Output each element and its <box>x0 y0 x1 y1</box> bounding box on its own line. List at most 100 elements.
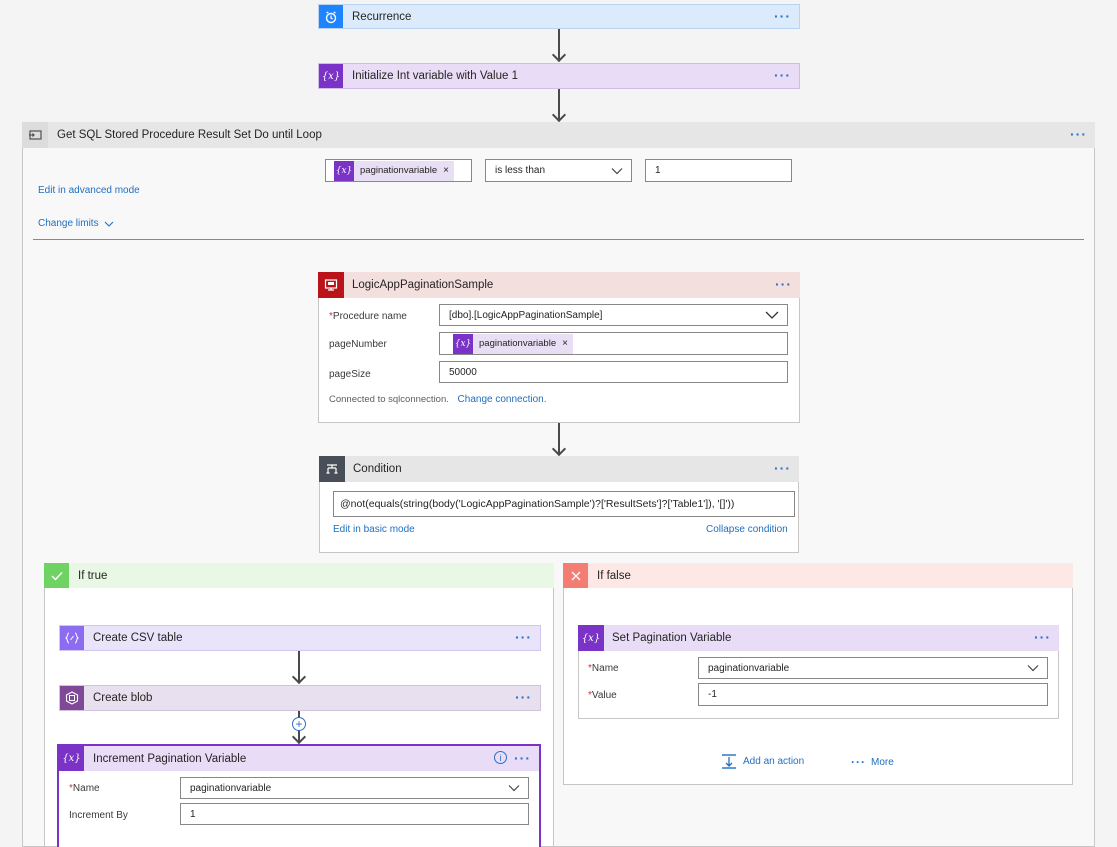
condition-more-button[interactable]: ··· <box>774 460 791 476</box>
recurrence-card[interactable]: Recurrence ··· <box>318 4 800 29</box>
loop-condition-field[interactable]: {x} paginationvariable × <box>325 159 472 182</box>
if-false-title: If false <box>597 569 631 582</box>
connector-arrowhead <box>551 47 567 63</box>
condition-header[interactable]: Condition ··· <box>319 456 799 482</box>
procedure-name-select[interactable]: [dbo].[LogicAppPaginationSample] <box>439 304 788 326</box>
initialize-variable-more-button[interactable]: ··· <box>774 67 791 83</box>
page-size-label: pageSize <box>329 369 371 380</box>
edit-basic-mode-link[interactable]: Edit in basic mode <box>333 524 415 535</box>
create-csv-more-button[interactable]: ··· <box>515 629 532 645</box>
set-name-value: paginationvariable <box>708 662 790 674</box>
create-blob-more-button[interactable]: ··· <box>515 689 532 705</box>
condition-icon <box>319 456 345 482</box>
if-true-title: If true <box>78 569 108 582</box>
collapse-condition-link[interactable]: Collapse condition <box>706 524 788 535</box>
increment-name-select[interactable]: paginationvariable <box>180 777 529 799</box>
add-action-label: Add an action <box>743 755 805 767</box>
chevron-down-icon <box>611 167 623 174</box>
token-remove-button[interactable]: × <box>443 165 449 176</box>
blob-icon <box>60 686 84 710</box>
chevron-down-icon <box>1027 665 1039 672</box>
create-blob-card[interactable]: Create blob ··· <box>59 685 541 711</box>
page-number-field[interactable]: {x} paginationvariable × <box>439 332 788 355</box>
change-connection-link[interactable]: Change connection. <box>458 394 547 405</box>
increment-variable-more-button[interactable]: ··· <box>514 750 531 766</box>
loop-operator-select[interactable]: is less than <box>485 159 632 182</box>
variable-icon: {x} <box>453 333 473 354</box>
sql-icon <box>318 272 344 298</box>
loop-value-input[interactable]: 1 <box>645 159 792 182</box>
create-csv-title: Create CSV table <box>93 632 183 644</box>
increment-variable-header[interactable]: {x} Increment Pagination Variable i ··· <box>59 746 539 771</box>
set-value-label: *Value <box>588 690 617 701</box>
loop-value: 1 <box>655 165 661 176</box>
do-until-loop-title: Get SQL Stored Procedure Result Set Do u… <box>57 129 322 141</box>
connector-arrowhead <box>551 107 567 123</box>
procedure-name-label: *Procedure name <box>329 311 407 322</box>
sql-action-title: LogicAppPaginationSample <box>352 279 494 291</box>
increment-by-value: 1 <box>190 808 196 820</box>
add-action-button[interactable]: Add an action <box>721 753 804 769</box>
pagination-variable-token[interactable]: {x} paginationvariable × <box>334 160 454 181</box>
initialize-variable-title: Initialize Int variable with Value 1 <box>352 70 518 82</box>
add-action-icon <box>722 754 736 769</box>
loop-icon <box>22 122 48 148</box>
more-button[interactable]: ··· More <box>851 755 894 769</box>
token-label: paginationvariable <box>479 338 557 349</box>
condition-title: Condition <box>353 463 402 475</box>
increment-name-value: paginationvariable <box>190 782 272 794</box>
procedure-name-value: [dbo].[LogicAppPaginationSample] <box>449 309 603 321</box>
increment-variable-title: Increment Pagination Variable <box>93 752 247 765</box>
variable-icon: {x} <box>319 64 343 88</box>
do-until-loop-more-button[interactable]: ··· <box>1070 126 1087 142</box>
set-name-select[interactable]: paginationvariable <box>698 657 1048 679</box>
if-true-header[interactable]: If true <box>44 563 554 588</box>
connection-status: Connected to sqlconnection. Change conne… <box>329 394 547 405</box>
create-csv-card[interactable]: Create CSV table ··· <box>59 625 541 651</box>
set-value-input[interactable]: -1 <box>698 683 1048 706</box>
recurrence-title: Recurrence <box>352 10 412 23</box>
check-icon <box>44 563 69 588</box>
create-blob-title: Create blob <box>93 692 153 704</box>
variable-icon: {x} <box>334 160 354 181</box>
recurrence-more-button[interactable]: ··· <box>774 8 791 24</box>
variable-icon: {x} <box>578 625 604 651</box>
chevron-down-icon <box>508 785 520 792</box>
do-until-loop-header[interactable]: Get SQL Stored Procedure Result Set Do u… <box>22 122 1095 148</box>
increment-by-label: Increment By <box>69 810 128 821</box>
edit-advanced-mode-link[interactable]: Edit in advanced mode <box>38 185 140 196</box>
sql-action-more-button[interactable]: ··· <box>775 276 792 292</box>
page-size-input[interactable]: 50000 <box>439 361 788 383</box>
more-dots: ··· <box>851 755 866 769</box>
info-icon[interactable]: i <box>494 751 507 764</box>
change-limits-label: Change limits <box>38 218 99 229</box>
plus-circle-icon[interactable]: + <box>292 717 306 731</box>
cross-icon <box>563 563 588 588</box>
condition-expression-input[interactable]: @not(equals(string(body('LogicAppPaginat… <box>333 491 795 517</box>
increment-by-input[interactable]: 1 <box>180 803 529 825</box>
condition-expression: @not(equals(string(body('LogicAppPaginat… <box>340 498 735 510</box>
page-size-value: 50000 <box>449 366 477 378</box>
sql-action-header[interactable]: LogicAppPaginationSample ··· <box>318 272 800 298</box>
more-label: More <box>871 756 894 768</box>
chevron-down-icon <box>104 221 113 227</box>
set-variable-header[interactable]: {x} Set Pagination Variable ··· <box>578 625 1059 651</box>
initialize-variable-card[interactable]: {x} Initialize Int variable with Value 1… <box>318 63 800 89</box>
variable-icon: {x} <box>59 746 84 771</box>
token-label: paginationvariable <box>360 165 438 176</box>
change-limits-link[interactable]: Change limits <box>38 218 114 229</box>
increment-name-label: *Name <box>69 783 100 794</box>
pagination-variable-token[interactable]: {x} paginationvariable × <box>453 333 573 354</box>
csv-icon <box>60 626 84 650</box>
if-false-header[interactable]: If false <box>563 563 1073 588</box>
set-variable-more-button[interactable]: ··· <box>1034 629 1051 645</box>
set-variable-title: Set Pagination Variable <box>612 632 732 644</box>
alarm-clock-icon <box>319 5 343 28</box>
operator-value: is less than <box>495 165 546 176</box>
connected-text: Connected to sqlconnection. <box>329 394 449 405</box>
token-remove-button[interactable]: × <box>562 338 568 349</box>
page-number-label: pageNumber <box>329 339 387 350</box>
set-name-label: *Name <box>588 663 619 674</box>
set-value-value: -1 <box>708 689 717 700</box>
chevron-down-icon <box>765 311 779 319</box>
